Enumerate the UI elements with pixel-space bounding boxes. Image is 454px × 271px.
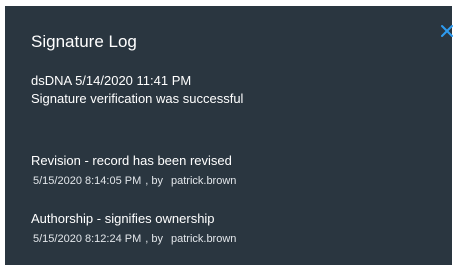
log-entry-user: patrick.brown <box>170 233 237 245</box>
log-entry-meta: 5/15/2020 8:14:05 PM, by patrick.brown <box>31 173 236 189</box>
log-entry-meta: 5/15/2020 8:12:24 PM, by patrick.brown <box>31 231 236 247</box>
close-icon <box>441 25 453 37</box>
log-entry-authorship: Authorship - signifies ownership 5/15/20… <box>31 210 236 247</box>
signature-status: Signature verification was successful <box>31 91 244 106</box>
log-entry-timestamp: 5/15/2020 8:14:05 PM <box>33 175 142 187</box>
log-entry-user: patrick.brown <box>170 175 237 187</box>
close-button[interactable] <box>440 24 454 38</box>
signature-summary: dsDNA 5/14/2020 11:41 PM Signature verif… <box>31 72 243 108</box>
signature-log-dialog: Signature Log dsDNA 5/14/2020 11:41 PM S… <box>5 6 454 265</box>
log-entry-revision: Revision - record has been revised 5/15/… <box>31 152 236 189</box>
log-entry-title: Revision - record has been revised <box>31 153 232 168</box>
signature-header: dsDNA 5/14/2020 11:41 PM <box>31 73 192 88</box>
log-entry-by-label: , by <box>145 175 163 187</box>
log-entry-by-label: , by <box>145 233 163 245</box>
log-entry-timestamp: 5/15/2020 8:12:24 PM <box>33 233 142 245</box>
log-entry-title: Authorship - signifies ownership <box>31 211 215 226</box>
dialog-title: Signature Log <box>31 32 137 51</box>
